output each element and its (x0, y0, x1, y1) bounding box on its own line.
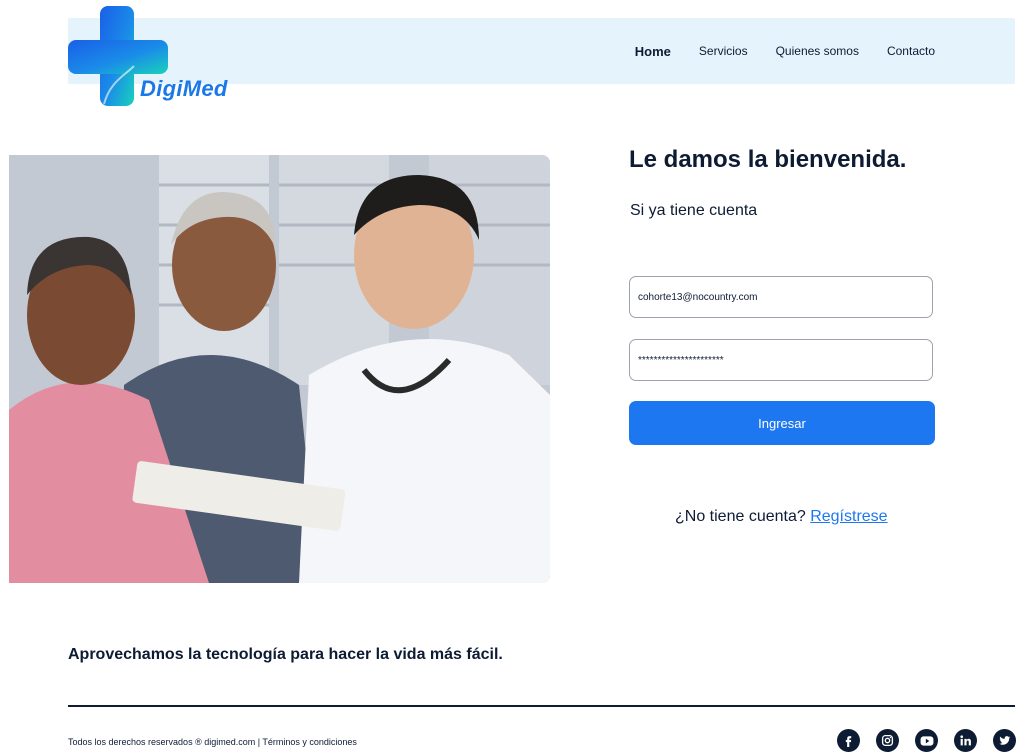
nav-contacto[interactable]: Contacto (887, 44, 935, 59)
footer-tagline: Aprovechamos la tecnología para hacer la… (68, 646, 503, 663)
footer-divider (68, 705, 1015, 707)
nav-quienes-somos[interactable]: Quienes somos (776, 44, 859, 59)
footer-copyright: Todos los derechos reservados ® digimed.… (68, 737, 357, 747)
nav-home[interactable]: Home (635, 44, 671, 59)
hero-photo-illustration (9, 155, 550, 583)
linkedin-icon[interactable] (954, 729, 977, 752)
welcome-heading: Le damos la bienvenida. (629, 146, 907, 173)
nav-servicios[interactable]: Servicios (699, 44, 748, 59)
signup-prompt: ¿No tiene cuenta? Regístrese (675, 508, 888, 526)
facebook-icon[interactable] (837, 729, 860, 752)
login-button[interactable]: Ingresar (629, 401, 935, 445)
hero-photo (9, 155, 550, 583)
twitter-icon[interactable] (993, 729, 1016, 752)
instagram-icon[interactable] (876, 729, 899, 752)
welcome-subtitle: Si ya tiene cuenta (630, 202, 758, 219)
signup-prompt-text: ¿No tiene cuenta? (675, 508, 806, 525)
signup-link[interactable]: Regístrese (810, 508, 887, 525)
youtube-icon[interactable] (915, 729, 938, 752)
social-links (837, 729, 1016, 752)
email-field[interactable] (629, 276, 933, 318)
password-field[interactable] (629, 339, 933, 381)
brand-name: DigiMed (140, 76, 228, 101)
main-nav: Home Servicios Quienes somos Contacto (635, 44, 935, 59)
